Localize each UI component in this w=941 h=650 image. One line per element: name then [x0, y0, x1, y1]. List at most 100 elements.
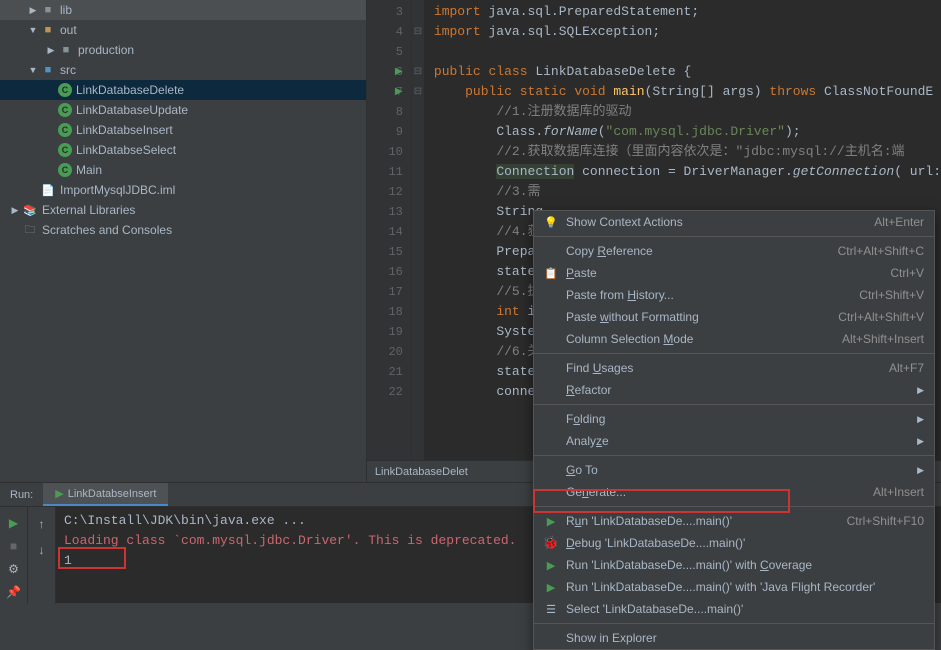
library-icon: 📚	[22, 202, 38, 218]
menu-find-usages[interactable]: Find Usages Alt+F7	[534, 357, 934, 379]
chevron-right-icon: ▶	[26, 3, 40, 17]
menu-show-explorer[interactable]: Show in Explorer	[534, 627, 934, 649]
fold-icon[interactable]: ⊟	[412, 62, 424, 82]
menu-run-jfr[interactable]: ▶ Run 'LinkDatabaseDe....main()' with 'J…	[534, 576, 934, 598]
folder-icon: ■	[58, 42, 74, 58]
tree-item-main[interactable]: C Main	[0, 160, 366, 180]
menu-run-main[interactable]: ▶ Run 'LinkDatabaseDe....main()' Ctrl+Sh…	[534, 510, 934, 532]
line-gutter: 3 4 5 6▶ 7▶ 8 9 10 11 12 13 14 15 16 17 …	[367, 0, 412, 482]
tree-label: lib	[60, 3, 72, 17]
run-gutter: ↑ ↓	[28, 507, 56, 604]
line-number: 4	[367, 22, 411, 42]
line-number: 14	[367, 222, 411, 242]
run-icon: ▶	[542, 515, 560, 528]
line-number: 10	[367, 142, 411, 162]
tree-label: ImportMysqlJDBC.iml	[60, 183, 175, 197]
run-tab-label: LinkDatabseInsert	[68, 488, 157, 500]
menu-folding[interactable]: Folding ▶	[534, 408, 934, 430]
menu-goto[interactable]: Go To ▶	[534, 459, 934, 481]
profiler-icon: ▶	[542, 581, 560, 594]
scroll-down-button[interactable]: ↓	[31, 539, 53, 561]
tree-item-out[interactable]: ▼ ■ out	[0, 20, 366, 40]
chevron-right-icon: ▶	[8, 203, 22, 217]
run-icon: ▶	[55, 487, 63, 500]
tree-label: production	[78, 43, 134, 57]
menu-debug-main[interactable]: 🐞 Debug 'LinkDatabaseDe....main()'	[534, 532, 934, 554]
chevron-right-icon: ▶	[917, 414, 924, 425]
tree-label: src	[60, 63, 76, 77]
class-icon: C	[58, 103, 72, 117]
line-number: 5	[367, 42, 411, 62]
context-menu[interactable]: 💡 Show Context Actions Alt+Enter Copy Re…	[533, 210, 935, 650]
line-number: 6▶	[367, 62, 411, 82]
menu-column-selection[interactable]: Column Selection Mode Alt+Shift+Insert	[534, 328, 934, 350]
bulb-icon: 💡	[542, 216, 560, 229]
menu-run-coverage[interactable]: ▶ Run 'LinkDatabaseDe....main()' with Co…	[534, 554, 934, 576]
tree-item-external-libraries[interactable]: ▶ 📚 External Libraries	[0, 200, 366, 220]
select-icon: ☰	[542, 603, 560, 616]
tree-label: out	[60, 23, 77, 37]
chevron-right-icon: ▶	[917, 465, 924, 476]
fold-icon[interactable]: ⊟	[412, 22, 424, 42]
tree-item-scratches[interactable]: 🗀 Scratches and Consoles	[0, 220, 366, 240]
tree-item-linkdatabaseupdate[interactable]: C LinkDatabaseUpdate	[0, 100, 366, 120]
line-number: 7▶	[367, 82, 411, 102]
menu-show-context-actions[interactable]: 💡 Show Context Actions Alt+Enter	[534, 211, 934, 233]
folder-open-icon: ■	[40, 22, 56, 38]
line-number: 11	[367, 162, 411, 182]
run-gutter-icon[interactable]: ▶	[395, 86, 403, 98]
chevron-right-icon: ▶	[917, 385, 924, 396]
line-number: 17	[367, 282, 411, 302]
line-number: 8	[367, 102, 411, 122]
tree-item-linkdatabseselect[interactable]: C LinkDatabseSelect	[0, 140, 366, 160]
tree-item-production[interactable]: ▶ ■ production	[0, 40, 366, 60]
menu-select-config[interactable]: ☰ Select 'LinkDatabaseDe....main()'	[534, 598, 934, 620]
menu-refactor[interactable]: Refactor ▶	[534, 379, 934, 401]
coverage-icon: ▶	[542, 559, 560, 572]
stop-button[interactable]: ■	[3, 536, 25, 555]
tree-item-lib[interactable]: ▶ ■ lib	[0, 0, 366, 20]
line-number: 21	[367, 362, 411, 382]
tree-label: LinkDatabseInsert	[76, 123, 173, 137]
class-icon: C	[58, 83, 72, 97]
tree-item-iml[interactable]: 📄 ImportMysqlJDBC.iml	[0, 180, 366, 200]
fold-gutter: ⊟ ⊟ ⊟	[412, 0, 424, 482]
tree-label: External Libraries	[42, 203, 135, 217]
line-number: 12	[367, 182, 411, 202]
folder-icon: ■	[40, 2, 56, 18]
line-number: 9	[367, 122, 411, 142]
menu-paste-history[interactable]: Paste from History... Ctrl+Shift+V	[534, 284, 934, 306]
scroll-up-button[interactable]: ↑	[31, 513, 53, 535]
chevron-right-icon: ▶	[917, 436, 924, 447]
project-tree[interactable]: ▶ ■ lib ▼ ■ out ▶ ■ production ▼ ■ src C…	[0, 0, 367, 482]
line-number: 15	[367, 242, 411, 262]
paste-icon: 📋	[542, 267, 560, 280]
debug-icon: 🐞	[542, 535, 560, 551]
tree-label: Main	[76, 163, 102, 177]
settings-button[interactable]: ⚙	[3, 560, 25, 579]
tree-label: LinkDatabaseDelete	[76, 83, 184, 97]
line-number: 13	[367, 202, 411, 222]
pin-button[interactable]: 📌	[3, 583, 25, 602]
tree-item-linkdatabasedelete[interactable]: C LinkDatabaseDelete	[0, 80, 366, 100]
class-icon: C	[58, 143, 72, 157]
fold-icon[interactable]: ⊟	[412, 82, 424, 102]
class-icon: C	[58, 163, 72, 177]
line-number: 19	[367, 322, 411, 342]
line-number: 18	[367, 302, 411, 322]
menu-paste[interactable]: 📋 Paste Ctrl+V	[534, 262, 934, 284]
menu-analyze[interactable]: Analyze ▶	[534, 430, 934, 452]
run-label: Run:	[0, 489, 43, 501]
rerun-button[interactable]: ▶	[3, 513, 25, 532]
tree-item-linkdatabseinsert[interactable]: C LinkDatabseInsert	[0, 120, 366, 140]
menu-copy-reference[interactable]: Copy Reference Ctrl+Alt+Shift+C	[534, 240, 934, 262]
chevron-down-icon: ▼	[26, 63, 40, 77]
tree-label: LinkDatabaseUpdate	[76, 103, 188, 117]
run-config-tab[interactable]: ▶ LinkDatabseInsert	[43, 483, 168, 506]
menu-generate[interactable]: Generate... Alt+Insert	[534, 481, 934, 503]
run-gutter-icon[interactable]: ▶	[395, 66, 403, 78]
menu-paste-without-formatting[interactable]: Paste without Formatting Ctrl+Alt+Shift+…	[534, 306, 934, 328]
tree-item-src[interactable]: ▼ ■ src	[0, 60, 366, 80]
line-number: 20	[367, 342, 411, 362]
class-icon: C	[58, 123, 72, 137]
